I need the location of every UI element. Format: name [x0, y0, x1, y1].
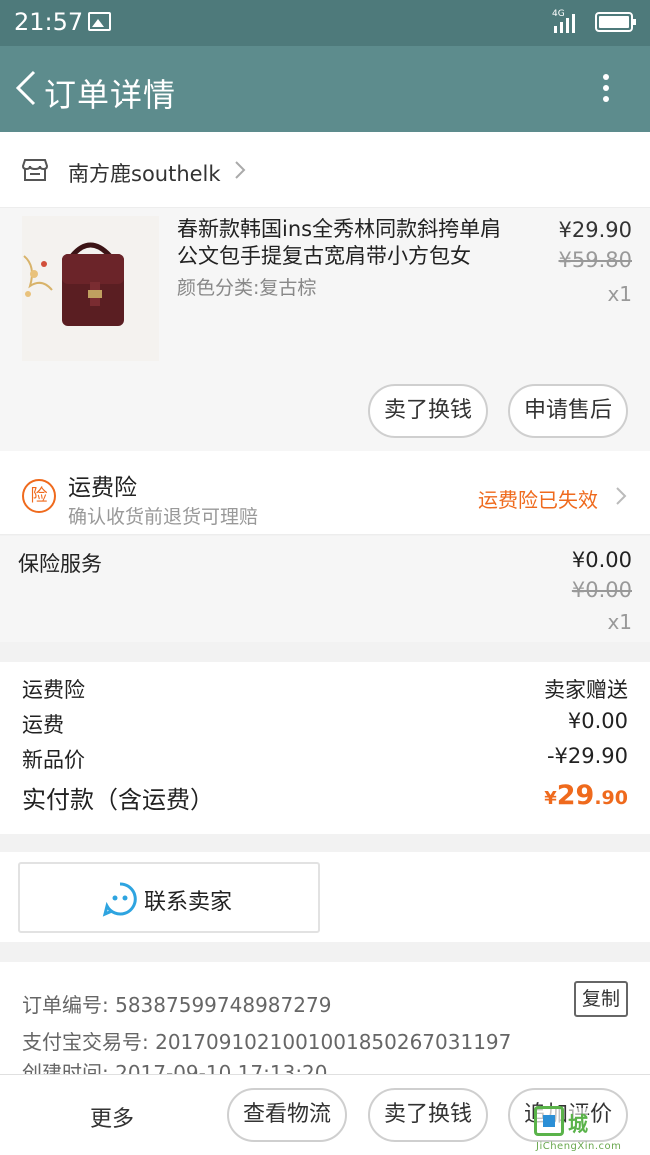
battery-icon	[595, 12, 636, 32]
view-logistics-button[interactable]: 查看物流	[227, 1088, 347, 1142]
sell-button[interactable]: 卖了换钱	[368, 1088, 488, 1142]
product-original-price: ¥59.80	[558, 248, 632, 272]
order-number: 订单编号: 58387599748987279	[22, 993, 332, 1017]
product-attribute: 颜色分类:复古棕	[177, 277, 317, 299]
product-quantity: x1	[607, 282, 632, 306]
product-price: ¥29.90	[558, 218, 632, 242]
insurance-badge-icon: 险	[22, 479, 56, 513]
image-icon	[88, 12, 111, 31]
contact-section: 联系卖家	[0, 852, 650, 942]
total-label: 实付款（含运费）	[22, 786, 214, 814]
status-bar: 21:57 4G	[0, 0, 650, 46]
chevron-right-icon	[235, 161, 246, 179]
service-original-price: ¥0.00	[571, 578, 632, 602]
total-decimal: .90	[594, 787, 628, 809]
more-vertical-icon[interactable]	[596, 70, 616, 110]
insurance-description: 确认收货前退货可理赔	[68, 506, 259, 528]
product-card: 春新款韩国ins全秀林同款斜挎单肩公文包手提复古宽肩带小方包女 颜色分类:复古棕…	[0, 208, 650, 451]
more-button[interactable]: 更多	[90, 1101, 134, 1133]
insurance-title: 运费险	[68, 475, 137, 501]
after-sale-button[interactable]: 申请售后	[508, 384, 628, 438]
summary-value: 卖家赠送	[544, 678, 628, 702]
shop-row[interactable]: 南方鹿southelk	[0, 132, 650, 208]
watermark-logo	[534, 1106, 564, 1136]
summary-label: 新品价	[22, 748, 85, 772]
copy-button[interactable]: 复制	[574, 981, 628, 1017]
summary-label: 运费	[22, 713, 64, 737]
store-icon	[22, 159, 48, 181]
total-integer: 29	[556, 780, 595, 811]
service-label: 保险服务	[18, 552, 102, 576]
insurance-service-row: 保险服务 ¥0.00 ¥0.00 x1	[0, 536, 650, 642]
watermark-text: 城	[568, 1108, 588, 1137]
shipping-insurance-row[interactable]: 险 运费险 确认收货前退货可理赔 运费险已失效	[0, 451, 650, 535]
title-bar: 订单详情	[0, 46, 650, 132]
total-amount: ¥29.90	[544, 780, 628, 811]
back-arrow-icon[interactable]	[12, 68, 42, 108]
signal-icon	[554, 14, 575, 33]
service-price: ¥0.00	[571, 548, 632, 572]
price-summary: 运费险 卖家赠送 运费 ¥0.00 新品价 -¥29.90 实付款（含运费） ¥…	[0, 662, 650, 834]
chevron-right-icon	[616, 487, 627, 505]
alipay-transaction-number: 支付宝交易号: 2017091021001001850267031197	[22, 1030, 512, 1054]
shop-name: 南方鹿southelk	[68, 162, 221, 186]
status-time: 21:57	[14, 8, 84, 36]
insurance-status[interactable]: 运费险已失效	[478, 484, 598, 513]
product-image[interactable]	[22, 216, 159, 361]
watermark: 城 JiChengXin.com	[530, 1104, 648, 1155]
total-currency: ¥	[544, 788, 557, 809]
summary-label: 运费险	[22, 678, 85, 702]
summary-value: -¥29.90	[546, 744, 628, 768]
contact-seller-label: 联系卖家	[144, 890, 233, 915]
chat-bubble-icon	[102, 882, 137, 917]
order-info: 订单编号: 58387599748987279 复制 支付宝交易号: 20170…	[0, 962, 650, 1085]
sell-button[interactable]: 卖了换钱	[368, 384, 488, 438]
product-title[interactable]: 春新款韩国ins全秀林同款斜挎单肩公文包手提复古宽肩带小方包女	[177, 216, 517, 270]
summary-value: ¥0.00	[567, 709, 628, 733]
contact-seller-button[interactable]: 联系卖家	[18, 862, 320, 933]
watermark-url: JiChengXin.com	[536, 1141, 622, 1152]
page-title: 订单详情	[44, 76, 177, 114]
service-quantity: x1	[607, 610, 632, 634]
